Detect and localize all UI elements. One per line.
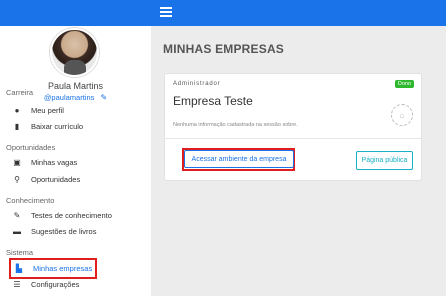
book-icon: ▬ (13, 226, 21, 236)
company-info: Nenhuma informação cadastrada na sessão … (173, 122, 298, 128)
edit-icon[interactable]: ✎ (100, 93, 107, 102)
briefcase-icon: ▣ (13, 157, 21, 167)
user-handle-text: @paulamartins (43, 93, 95, 102)
document-icon: ▮ (14, 121, 20, 131)
sidebar-item-label: Sugestões de livros (31, 226, 97, 236)
sidebar-item-baixar-curriculo[interactable]: ▮ Baixar currículo (12, 119, 83, 133)
company-logo-icon: ⌂ (391, 104, 413, 126)
menu-icon[interactable] (160, 7, 172, 17)
sidebar-item-label: Oportunidades (31, 174, 81, 184)
role-label: Administrador (173, 81, 221, 87)
access-company-button[interactable]: Acessar ambiente da empresa (184, 150, 294, 168)
sidebar-item-label: Baixar currículo (31, 121, 84, 131)
sidebar: Paula Martins @paulamartins ✎ Carreira ●… (0, 26, 151, 296)
section-conhecimento: Conhecimento (6, 196, 55, 205)
public-page-button[interactable]: Página pública (356, 151, 413, 170)
avatar (50, 28, 99, 77)
sidebar-item-label: Meu perfil (31, 105, 64, 115)
section-carreira: Carreira (6, 88, 34, 97)
company-card: Administrador Dono Empresa Teste Nenhuma… (164, 73, 422, 181)
user-icon: ● (14, 105, 20, 115)
sidebar-item-minhas-empresas[interactable]: ▙ Minhas empresas (8, 258, 98, 279)
sidebar-item-testes[interactable]: ✎ Testes de conhecimento (12, 208, 112, 222)
sidebar-item-minhas-vagas[interactable]: ▣ Minhas vagas (12, 155, 77, 169)
sidebar-item-meu-perfil[interactable]: ● Meu perfil (12, 103, 64, 117)
building-icon: ▙ (15, 264, 23, 273)
search-icon: ⚲ (14, 174, 20, 184)
top-bar (0, 0, 446, 26)
sidebar-item-configuracoes[interactable]: ☰ Configurações (12, 277, 79, 291)
status-badge: Dono (394, 80, 414, 88)
sidebar-item-livros[interactable]: ▬ Sugestões de livros (12, 224, 96, 238)
sidebar-item-label: Configurações (31, 279, 80, 289)
sidebar-item-oportunidades[interactable]: ⚲ Oportunidades (12, 172, 80, 186)
sidebar-item-label: Testes de conhecimento (31, 210, 112, 220)
page-title: MINHAS EMPRESAS (163, 42, 285, 56)
sidebar-item-label: Minhas vagas (31, 157, 78, 167)
company-name: Empresa Teste (173, 94, 253, 108)
sidebar-item-label: Minhas empresas (33, 264, 93, 273)
sliders-icon: ☰ (13, 279, 21, 289)
user-edit-icon: ✎ (13, 210, 21, 220)
section-sistema: Sistema (6, 248, 34, 257)
divider (165, 138, 421, 139)
section-oportunidades: Oportunidades (6, 143, 56, 152)
